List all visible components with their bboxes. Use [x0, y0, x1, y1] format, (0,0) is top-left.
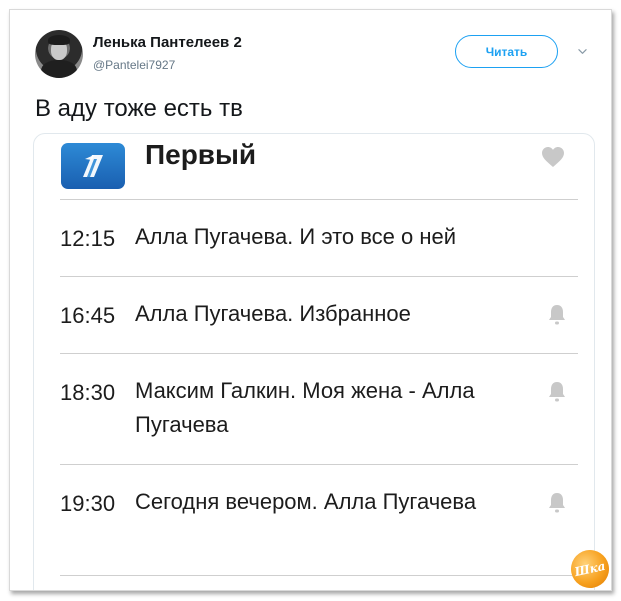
bell-icon[interactable] — [547, 303, 567, 327]
tweet-frame: Ленька Пантелеев 2 @Pantelei7927 Читать … — [9, 9, 612, 591]
tv-schedule-card[interactable]: Первый 12:15 Алла Пугачева. И это все о … — [33, 133, 595, 590]
program-title[interactable]: Алла Пугачева. И это все о ней — [135, 220, 535, 254]
author-name[interactable]: Ленька Пантелеев 2 — [93, 34, 242, 51]
program-time: 18:30 — [60, 380, 116, 405]
divider — [60, 199, 578, 200]
heart-icon[interactable] — [541, 146, 565, 168]
program-time: 12:15 — [60, 226, 116, 251]
divider — [60, 353, 578, 354]
avatar[interactable] — [35, 30, 83, 78]
follow-button[interactable]: Читать — [455, 35, 558, 68]
channel-name: Первый — [145, 139, 257, 170]
divider — [60, 464, 578, 465]
program-title[interactable]: Максим Галкин. Моя жена - Алла Пугачева — [135, 374, 535, 442]
program-title[interactable]: Сегодня вечером. Алла Пугачева — [135, 485, 535, 519]
author-handle[interactable]: @Pantelei7927 — [93, 58, 175, 72]
program-time: 16:45 — [60, 303, 116, 328]
chevron-down-icon[interactable] — [578, 47, 587, 56]
tweet-text: В аду тоже есть тв — [35, 95, 243, 122]
bell-icon[interactable] — [547, 380, 567, 404]
channel-one-logo — [61, 143, 125, 189]
program-time: 19:30 — [60, 491, 116, 516]
bell-icon[interactable] — [547, 491, 567, 515]
divider — [60, 575, 578, 576]
program-title[interactable]: Алла Пугачева. Избранное — [135, 297, 535, 331]
divider — [60, 276, 578, 277]
